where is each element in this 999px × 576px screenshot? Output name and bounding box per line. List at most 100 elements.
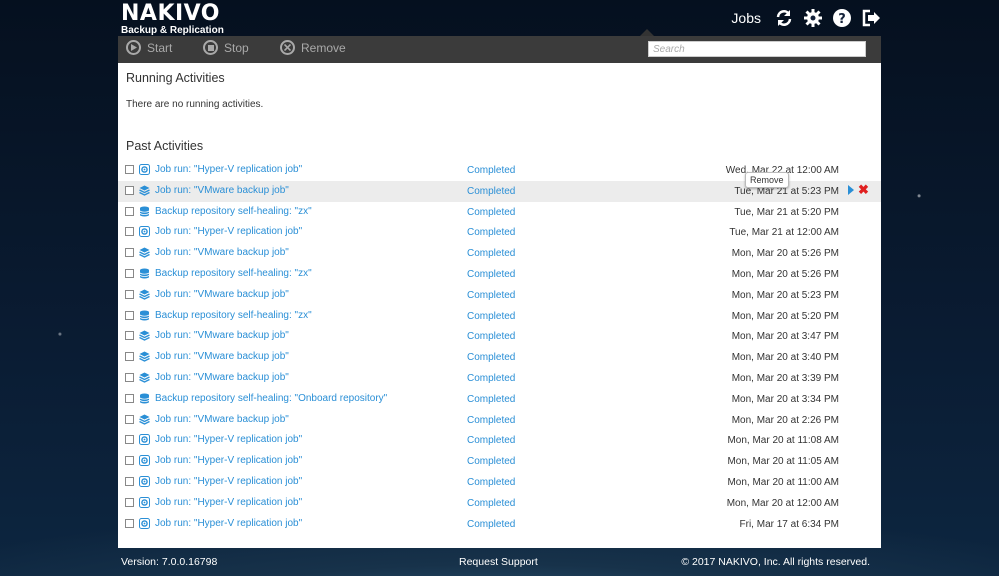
row-checkbox[interactable] (125, 352, 134, 362)
activities-panel: Start Stop Remove Running Activities The… (118, 36, 881, 548)
activity-status: Completed (467, 393, 516, 405)
activity-row[interactable]: Job run: "VMware backup job" Completed Mon… (118, 326, 881, 347)
row-checkbox[interactable] (125, 268, 134, 278)
activity-row[interactable]: Backup repository self-healing: "zx" Comp… (118, 202, 881, 223)
activity-row[interactable]: Job run: "VMware backup job" Completed Mon… (118, 243, 881, 264)
activity-date: Mon, Mar 20 at 12:00 AM (726, 497, 839, 509)
activity-row[interactable]: Backup repository self-healing: "Onboard… (118, 389, 881, 410)
activity-status: Completed (467, 352, 516, 364)
nav-active-indicator (640, 29, 654, 36)
activity-date: Mon, Mar 20 at 11:05 AM (727, 456, 839, 468)
help-icon[interactable]: ? (832, 8, 852, 28)
activity-name-link[interactable]: Backup repository self-healing: "Onboard… (155, 393, 387, 404)
row-checkbox[interactable] (125, 497, 134, 507)
vmware-icon (139, 289, 150, 300)
activity-row[interactable]: Job run: "Hyper-V replication job" Comple… (118, 472, 881, 493)
activity-name-link[interactable]: Job run: "VMware backup job" (155, 289, 289, 300)
activity-row[interactable]: Backup repository self-healing: "zx" Comp… (118, 306, 881, 327)
row-checkbox[interactable] (125, 456, 134, 466)
activity-name-link[interactable]: Job run: "VMware backup job" (155, 330, 289, 341)
row-checkbox[interactable] (125, 393, 134, 403)
logout-icon[interactable] (861, 8, 881, 28)
version-text: Version: 7.0.0.16798 (121, 556, 218, 568)
row-checkbox[interactable] (125, 331, 134, 341)
row-checkbox[interactable] (125, 206, 134, 216)
hyperv-icon (139, 455, 150, 467)
copyright-text: © 2017 NAKIVO, Inc. All rights reserved. (681, 556, 870, 568)
vmware-icon (139, 414, 150, 425)
activity-row[interactable]: Backup repository self-healing: "zx" Comp… (118, 264, 881, 285)
row-checkbox[interactable] (125, 414, 134, 424)
activity-row[interactable]: Job run: "VMware backup job" Completed Mon… (118, 347, 881, 368)
expand-arrow-icon[interactable] (848, 184, 854, 195)
activity-name-link[interactable]: Job run: "Hyper-V replication job" (155, 476, 302, 487)
start-label: Start (147, 40, 173, 55)
running-activities-title: Running Activities (126, 71, 225, 85)
activity-status: Completed (467, 331, 516, 343)
activity-status: Completed (467, 185, 516, 197)
row-checkbox[interactable] (125, 518, 134, 528)
gear-icon[interactable] (803, 8, 823, 28)
activity-date: Mon, Mar 20 at 5:26 PM (731, 248, 839, 260)
activity-status: Completed (467, 310, 516, 322)
activity-status: Completed (467, 497, 516, 509)
activity-date: Mon, Mar 20 at 2:26 PM (731, 414, 839, 426)
nav-jobs-link[interactable]: Jobs (731, 10, 761, 26)
hyperv-icon (139, 434, 150, 446)
activity-status: Completed (467, 435, 516, 447)
activity-name-link[interactable]: Job run: "VMware backup job" (155, 414, 289, 425)
request-support-link[interactable]: Request Support (459, 556, 538, 568)
activity-row[interactable]: Job run: "VMware backup job" Completed Mon… (118, 368, 881, 389)
activity-name-link[interactable]: Job run: "Hyper-V replication job" (155, 226, 302, 237)
row-checkbox[interactable] (125, 248, 134, 258)
hyperv-icon (139, 164, 150, 175)
activity-date: Mon, Mar 20 at 5:23 PM (731, 289, 839, 301)
remove-button[interactable]: Remove (280, 40, 346, 55)
row-checkbox[interactable] (125, 435, 134, 445)
row-checkbox[interactable] (125, 476, 134, 486)
row-checkbox[interactable] (125, 372, 134, 382)
remove-icon[interactable]: ✖ (858, 183, 869, 196)
past-activities-title: Past Activities (126, 139, 204, 153)
row-checkbox[interactable] (125, 310, 134, 320)
activity-status: Completed (467, 456, 516, 468)
hyperv-icon (139, 496, 150, 508)
close-icon (280, 40, 295, 55)
activity-name-link[interactable]: Job run: "VMware backup job" (155, 185, 289, 196)
activity-name-link[interactable]: Job run: "VMware backup job" (155, 372, 289, 383)
activity-name-link[interactable]: Backup repository self-healing: "zx" (155, 206, 312, 217)
activity-name-link[interactable]: Job run: "VMware backup job" (155, 351, 289, 362)
activity-row[interactable]: Job run: "Hyper-V replication job" Comple… (118, 430, 881, 451)
activity-status: Completed (467, 227, 516, 239)
activity-name-link[interactable]: Job run: "Hyper-V replication job" (155, 455, 302, 466)
activity-row[interactable]: Job run: "Hyper-V replication job" Comple… (118, 493, 881, 514)
activity-name-link[interactable]: Job run: "Hyper-V replication job" (155, 497, 302, 508)
hyperv-icon (139, 475, 150, 487)
search-input[interactable] (648, 41, 866, 57)
activity-name-link[interactable]: Job run: "VMware backup job" (155, 247, 289, 258)
activity-row[interactable]: Job run: "VMware backup job" Completed Mon… (118, 285, 881, 306)
activity-name-link[interactable]: Job run: "Hyper-V replication job" (155, 164, 302, 175)
activity-row[interactable]: Job run: "Hyper-V replication job" Comple… (118, 514, 881, 535)
start-button[interactable]: Start (126, 40, 172, 55)
activity-status: Completed (467, 248, 516, 260)
row-checkbox[interactable] (125, 165, 134, 174)
repository-icon (139, 206, 150, 217)
activity-row[interactable]: Job run: "VMware backup job" Completed Mon… (118, 410, 881, 431)
activity-row[interactable]: Job run: "Hyper-V replication job" Comple… (118, 451, 881, 472)
vmware-icon (139, 372, 150, 383)
vmware-icon (139, 247, 150, 258)
activity-status: Completed (467, 165, 516, 176)
activity-row[interactable]: Job run: "Hyper-V replication job" Comple… (118, 222, 881, 243)
activity-status: Completed (467, 372, 516, 384)
activity-name-link[interactable]: Job run: "Hyper-V replication job" (155, 434, 302, 445)
hyperv-icon (139, 517, 150, 529)
row-checkbox[interactable] (125, 185, 134, 195)
row-checkbox[interactable] (125, 289, 134, 299)
activity-name-link[interactable]: Backup repository self-healing: "zx" (155, 310, 312, 321)
refresh-icon[interactable] (774, 8, 794, 28)
activity-name-link[interactable]: Job run: "Hyper-V replication job" (155, 518, 302, 529)
row-checkbox[interactable] (125, 227, 134, 237)
activity-name-link[interactable]: Backup repository self-healing: "zx" (155, 268, 312, 279)
stop-button[interactable]: Stop (203, 40, 249, 55)
